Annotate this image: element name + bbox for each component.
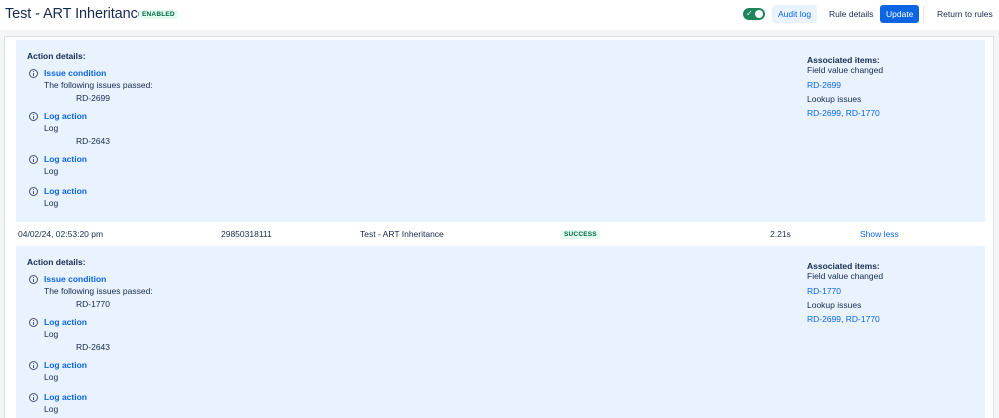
lookup-issues-label: Lookup issues: [807, 94, 862, 104]
issue-link[interactable]: RD-2699: [807, 80, 841, 90]
action-description: Log: [44, 123, 59, 133]
issue-link[interactable]: RD-2699: [807, 314, 841, 324]
status-badge: ENABLED: [139, 10, 178, 19]
action-description: The following issues passed:: [44, 80, 153, 90]
field-value-links: RD-1770: [807, 286, 841, 296]
issue-link[interactable]: RD-1770: [846, 314, 880, 324]
page-title: Test - ART Inheritance: [5, 6, 146, 22]
action-issue-key: RD-1770: [76, 299, 111, 309]
action-name-link[interactable]: Issue condition: [44, 68, 106, 78]
table-row[interactable]: 04/02/24, 02:53:20 pm 29850318111 Test -…: [5, 222, 993, 246]
action-name-link[interactable]: Log action: [44, 317, 87, 327]
field-value-changed-label: Field value changed: [807, 65, 884, 75]
lookup-issues-label: Lookup issues: [807, 300, 862, 310]
issue-link[interactable]: RD-1770: [846, 108, 880, 118]
action-details-title: Action details:: [27, 51, 86, 61]
audit-log-button[interactable]: Audit log: [772, 5, 817, 23]
log-rule-name: Test - ART Inheritance: [360, 229, 444, 239]
lookup-issue-links: RD-2699, RD-1770: [807, 108, 880, 118]
action-description: Log: [44, 166, 59, 176]
info-circle-icon: [29, 187, 38, 196]
info-circle-icon: [29, 318, 38, 327]
info-circle-icon: [29, 393, 38, 402]
field-value-links: RD-2699: [807, 80, 841, 90]
toggle-knob: [755, 10, 763, 18]
action-description: Log: [44, 329, 59, 339]
rule-enabled-toggle[interactable]: ✓: [743, 8, 765, 20]
header-divider: [923, 6, 924, 23]
action-description: Log: [44, 372, 59, 382]
info-circle-icon: [29, 275, 38, 284]
associated-items-title: Associated items:: [807, 261, 880, 271]
action-issue-key: RD-2643: [76, 342, 111, 352]
action-name-link[interactable]: Log action: [44, 392, 87, 402]
page-header: Test - ART Inheritance ENABLED ✓ Audit l…: [0, 0, 999, 30]
info-circle-icon: [29, 69, 38, 78]
update-button[interactable]: Update: [880, 5, 919, 23]
check-icon: ✓: [746, 9, 753, 18]
log-duration: 2.21s: [770, 229, 791, 239]
action-details-panel: Action details: Issue condition The foll…: [16, 40, 985, 222]
action-description: Log: [44, 198, 59, 208]
action-description: The following issues passed:: [44, 286, 153, 296]
action-name-link[interactable]: Log action: [44, 360, 87, 370]
issue-link[interactable]: RD-2699: [807, 108, 841, 118]
lookup-issue-links: RD-2699, RD-1770: [807, 314, 880, 324]
action-name-link[interactable]: Issue condition: [44, 274, 106, 284]
action-details-panel: Action details: Issue condition The foll…: [16, 246, 985, 418]
associated-items-title: Associated items:: [807, 55, 880, 65]
action-name-link[interactable]: Log action: [44, 186, 87, 196]
action-name-link[interactable]: Log action: [44, 111, 87, 121]
rule-details-button[interactable]: Rule details: [823, 5, 873, 23]
info-circle-icon: [29, 155, 38, 164]
audit-log-content: Action details: Issue condition The foll…: [4, 36, 994, 418]
action-issue-key: RD-2643: [76, 136, 111, 146]
info-circle-icon: [29, 112, 38, 121]
action-issue-key: RD-2699: [76, 93, 111, 103]
log-id: 29850318111: [221, 229, 272, 239]
action-details-title: Action details:: [27, 257, 86, 267]
log-date: 04/02/24, 02:53:20 pm: [18, 229, 104, 239]
return-to-rules-button[interactable]: Return to rules: [931, 5, 993, 23]
show-less-link[interactable]: Show less: [860, 229, 899, 239]
info-circle-icon: [29, 361, 38, 370]
status-badge: SUCCESS: [561, 230, 600, 239]
field-value-changed-label: Field value changed: [807, 271, 884, 281]
issue-link[interactable]: RD-1770: [807, 286, 841, 296]
action-description: Log: [44, 404, 59, 414]
action-name-link[interactable]: Log action: [44, 154, 87, 164]
